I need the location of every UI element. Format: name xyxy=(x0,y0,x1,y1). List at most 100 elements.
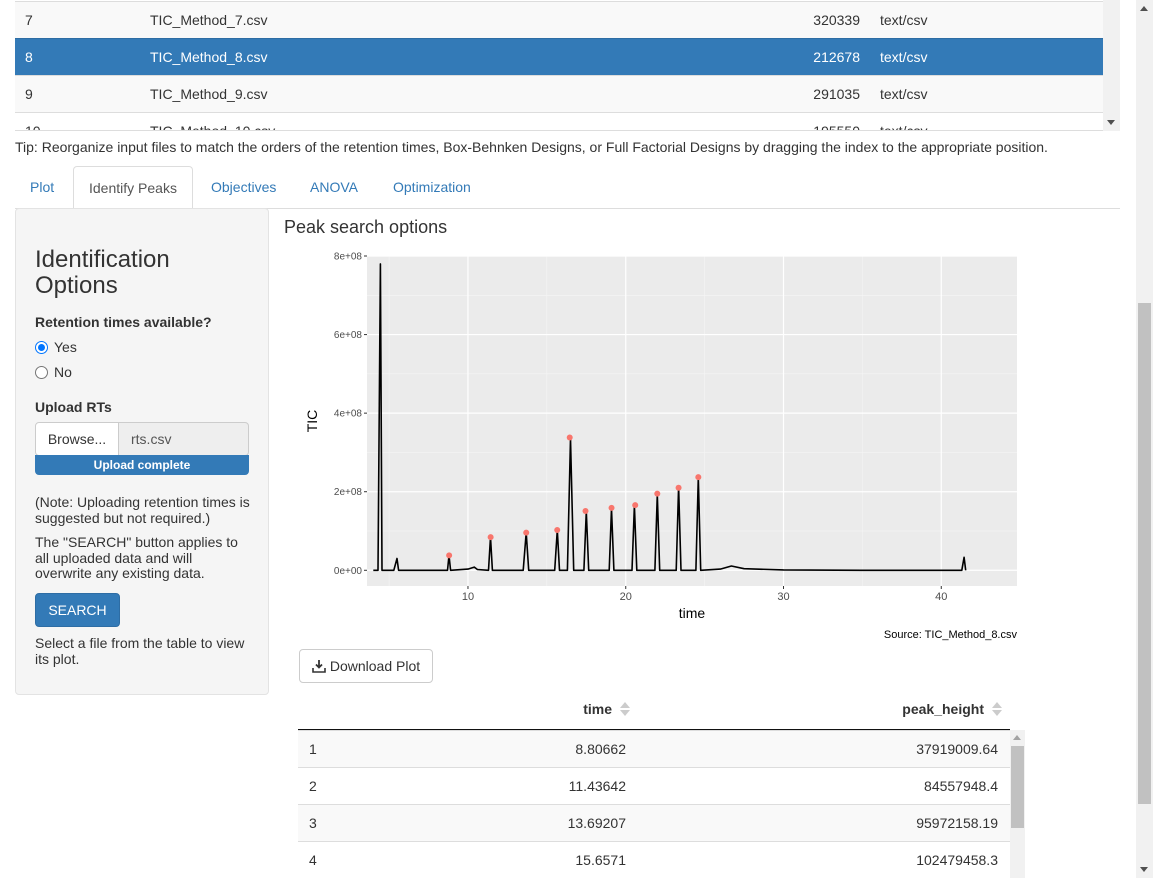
table-row[interactable]: 4 15.6571 102479458.3 xyxy=(298,841,1010,878)
y-tick-label: 0e+00 xyxy=(334,566,363,577)
download-plot-label: Download Plot xyxy=(329,658,421,674)
sidebar-title: Identification Options xyxy=(35,246,170,299)
row-index: 3 xyxy=(309,815,317,831)
column-header-time-label: time xyxy=(583,701,612,717)
row-time: 11.43642 xyxy=(568,778,626,794)
search-note: The "SEARCH" button applies to all uploa… xyxy=(35,534,238,581)
download-plot-button[interactable]: Download Plot xyxy=(299,649,433,683)
select-file-note: Select a file from the table to view its… xyxy=(35,635,245,667)
row-peak-height: 95972158.19 xyxy=(916,815,998,831)
row-peak-height: 84557948.4 xyxy=(924,778,998,794)
scroll-up-icon[interactable] xyxy=(1140,6,1148,11)
peak-point xyxy=(632,502,639,509)
y-tick-label: 8e+08 xyxy=(334,252,363,263)
peak-point xyxy=(695,474,702,481)
file-table-row-selected[interactable]: 8 TIC_Method_8.csv 212678 text/csv xyxy=(15,38,1103,75)
file-name: TIC_Method_9.csv xyxy=(150,86,268,102)
rt-question-label: Retention times available? xyxy=(35,314,212,330)
reorder-tip: Tip: Reorganize input files to match the… xyxy=(15,139,1048,155)
upload-progress-bar: Upload complete xyxy=(35,455,249,475)
y-tick-label: 4e+08 xyxy=(334,409,363,420)
row-time: 13.69207 xyxy=(567,815,626,831)
column-header-peak-height-label: peak_height xyxy=(902,701,984,717)
file-index[interactable]: 8 xyxy=(25,49,33,65)
column-header-peak-height[interactable]: peak_height xyxy=(902,701,1002,717)
scroll-up-icon[interactable] xyxy=(1013,735,1021,740)
radio-no-label: No xyxy=(54,364,72,380)
table-row[interactable]: 1 8.80662 37919009.64 xyxy=(298,730,1010,767)
row-index: 1 xyxy=(309,741,317,757)
row-index: 4 xyxy=(309,852,317,868)
peak-point xyxy=(654,490,661,497)
x-tick-label: 40 xyxy=(935,591,947,603)
file-table-row[interactable]: 7 TIC_Method_7.csv 320339 text/csv xyxy=(15,1,1103,38)
row-time: 15.6571 xyxy=(575,852,626,868)
tab-optimization[interactable]: Optimization xyxy=(378,166,486,209)
peaks-table-scrollbar[interactable] xyxy=(1010,730,1025,878)
download-icon xyxy=(312,660,326,673)
rt-file-input[interactable]: Browse... rts.csv xyxy=(35,422,249,456)
radio-no[interactable] xyxy=(35,365,48,379)
x-tick-label: 20 xyxy=(620,591,632,603)
file-table-row[interactable]: 10 TIC_Method_10.csv 195550 text/csv xyxy=(15,112,1103,131)
identification-sidebar: Identification Options Retention times a… xyxy=(15,208,269,695)
plot-panel xyxy=(367,256,1017,586)
file-table-row[interactable]: 9 TIC_Method_9.csv 291035 text/csv xyxy=(15,75,1103,112)
file-type: text/csv xyxy=(880,49,928,65)
sort-icon[interactable] xyxy=(990,702,1002,716)
rt-option-no[interactable]: No xyxy=(35,364,72,380)
sort-icon[interactable] xyxy=(618,702,630,716)
file-name: TIC_Method_8.csv xyxy=(150,49,268,65)
file-index[interactable]: 10 xyxy=(25,123,41,130)
row-index: 2 xyxy=(309,778,317,794)
file-name: TIC_Method_7.csv xyxy=(150,12,268,28)
browse-button[interactable]: Browse... xyxy=(35,422,119,456)
rt-note: (Note: Uploading retention times is sugg… xyxy=(35,494,250,526)
peak-point xyxy=(554,527,561,534)
radio-yes-label: Yes xyxy=(54,339,77,355)
search-button[interactable]: SEARCH xyxy=(35,593,120,627)
file-index[interactable]: 9 xyxy=(25,86,33,102)
row-peak-height: 37919009.64 xyxy=(916,741,998,757)
y-tick-label: 6e+08 xyxy=(334,330,363,341)
y-tick-label: 2e+08 xyxy=(334,487,363,498)
scrollbar-thumb[interactable] xyxy=(1011,746,1024,828)
table-row[interactable]: 3 13.69207 95972158.19 xyxy=(298,804,1010,841)
tic-plot: 10 20 30 40 0e+00 2e+08 4e+08 6e+08 8e+08 time TIC… xyxy=(298,245,1028,645)
scrollbar-thumb[interactable] xyxy=(1138,303,1151,804)
tab-objectives[interactable]: Objectives xyxy=(196,166,291,209)
file-type: text/csv xyxy=(880,86,928,102)
file-table-scrollbar[interactable] xyxy=(1103,0,1120,131)
rt-option-yes[interactable]: Yes xyxy=(35,339,77,355)
x-tick-label: 10 xyxy=(462,591,474,603)
scroll-down-icon[interactable] xyxy=(1140,867,1148,872)
file-size: 320339 xyxy=(813,12,860,28)
peak-point xyxy=(582,507,589,514)
x-axis-label: time xyxy=(679,605,706,621)
x-tick-label: 30 xyxy=(777,591,789,603)
peak-point xyxy=(446,552,453,559)
tab-bar: Plot Identify Peaks Objectives ANOVA Opt… xyxy=(15,166,1120,209)
table-row[interactable]: 2 11.43642 84557948.4 xyxy=(298,767,1010,804)
peaks-table-body: 1 8.80662 37919009.64 2 11.43642 8455794… xyxy=(298,730,1010,878)
peak-point xyxy=(608,504,615,511)
file-size: 195550 xyxy=(813,123,860,131)
tab-plot[interactable]: Plot xyxy=(15,166,69,209)
y-axis-label: TIC xyxy=(304,410,320,433)
file-type: text/csv xyxy=(880,123,928,131)
file-type: text/csv xyxy=(880,12,928,28)
peak-search-title: Peak search options xyxy=(284,217,448,237)
file-index[interactable]: 7 xyxy=(25,12,33,28)
peak-point xyxy=(566,434,573,441)
tab-anova[interactable]: ANOVA xyxy=(295,166,373,209)
tab-identify-peaks[interactable]: Identify Peaks xyxy=(73,166,193,209)
tic-chart-svg: 10 20 30 40 0e+00 2e+08 4e+08 6e+08 8e+08 time TIC… xyxy=(304,252,1017,642)
file-table: 7 TIC_Method_7.csv 320339 text/csv 8 TIC… xyxy=(15,0,1118,131)
radio-yes[interactable] xyxy=(35,340,48,354)
scroll-down-icon[interactable] xyxy=(1107,120,1115,125)
selected-file-name: rts.csv xyxy=(119,422,249,456)
row-peak-height: 102479458.3 xyxy=(916,852,998,868)
page-scrollbar[interactable] xyxy=(1136,0,1153,878)
peak-point xyxy=(523,529,530,536)
column-header-time[interactable]: time xyxy=(583,701,630,717)
